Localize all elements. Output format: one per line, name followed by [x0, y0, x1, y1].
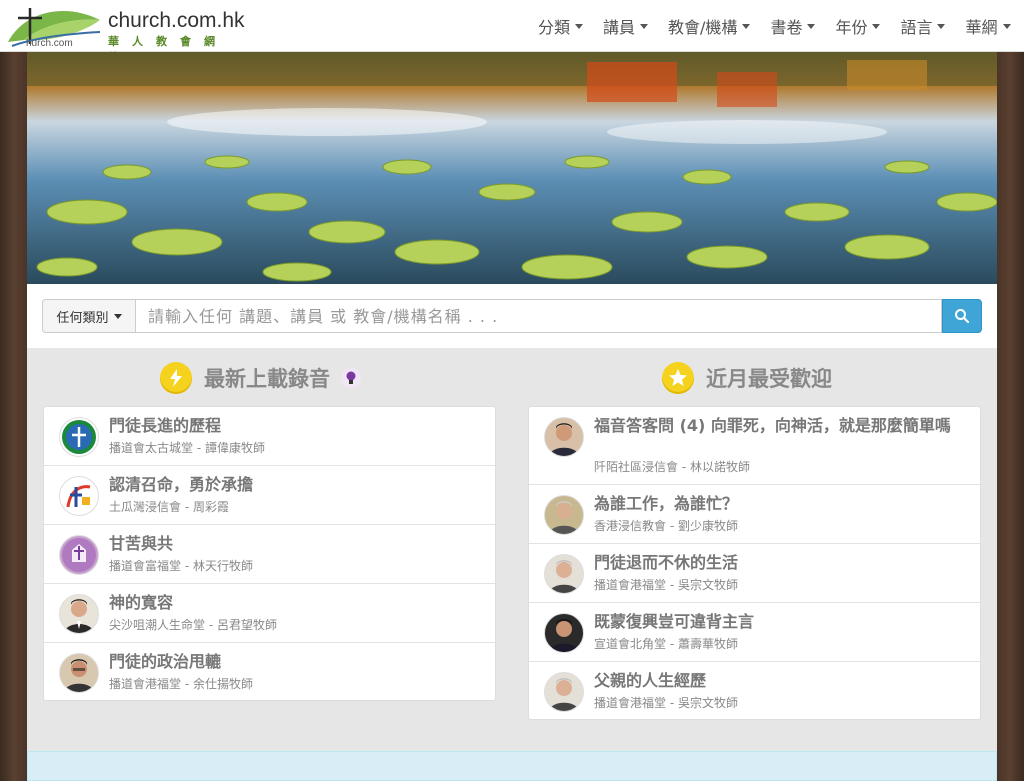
person-photo-icon [544, 417, 584, 457]
brand-title: church.com.hk [108, 9, 245, 32]
item-subtitle: 播道會港福堂 - 吳宗文牧師 [594, 696, 738, 710]
person-photo-icon [59, 594, 99, 634]
nav-books-label: 書卷 [770, 18, 803, 37]
nav-speakers[interactable]: 講員 [593, 14, 658, 38]
list-item[interactable]: 父親的人生經歷 播道會港福堂 - 吳宗文牧師 [529, 662, 980, 721]
chevron-down-icon [1002, 23, 1011, 29]
list-item[interactable]: 門徒長進的歷程 播道會太古城堂 - 譚偉康牧師 [44, 407, 495, 466]
nav-language-label: 語言 [900, 18, 933, 37]
nav-speakers-label: 講員 [603, 18, 636, 37]
person-photo-icon [59, 653, 99, 693]
item-title: 門徒長進的歷程 [109, 416, 222, 435]
person-photo-icon [544, 672, 584, 712]
list-item[interactable]: 門徒退而不休的生活 播道會港福堂 - 吳宗文牧師 [529, 544, 980, 603]
list-item[interactable]: 神的寬容 尖沙咀潮人生命堂 - 呂君望牧師 [44, 584, 495, 643]
list-item[interactable]: 為誰工作，為誰忙？ 香港浸信教會 - 劉少康牧師 [529, 485, 980, 544]
category-dropdown-label: 任何類別 [56, 310, 109, 326]
lightbulb-icon [341, 368, 361, 388]
star-icon [662, 362, 694, 394]
person-photo-icon [544, 554, 584, 594]
chevron-down-icon [807, 23, 816, 29]
list-item[interactable]: 門徒的政治甩轆 播道會港福堂 - 余仕揚牧師 [44, 643, 495, 702]
purple-logo-icon [59, 535, 99, 575]
item-title: 父親的人生經歷 [594, 671, 707, 690]
person-photo-icon [544, 495, 584, 535]
list-item[interactable]: 認清召命，勇於承擔 土瓜灣浸信會 - 周彩霞 [44, 466, 495, 525]
nav-year-label: 年份 [835, 18, 868, 37]
nav-language[interactable]: 語言 [890, 14, 955, 38]
chevron-down-icon [575, 23, 584, 29]
search-input[interactable] [136, 299, 942, 333]
item-subtitle: 土瓜灣浸信會 - 周彩霞 [109, 500, 229, 514]
item-subtitle: 播道會港福堂 - 余仕揚牧師 [109, 677, 253, 691]
list-item[interactable]: 既蒙復興豈可違背主言 宣道會北角堂 - 蕭壽華牧師 [529, 603, 980, 662]
item-subtitle: 播道會富福堂 - 林天行牧師 [109, 559, 253, 573]
nav-network-label: 華網 [965, 18, 998, 37]
popular-heading-label: 近月最受歡迎 [706, 367, 832, 391]
nav-churches-label: 教會/機構 [668, 18, 738, 37]
item-title: 門徒的政治甩轆 [109, 652, 222, 671]
search-button[interactable] [942, 299, 982, 333]
main-nav: 分類 講員 教會/機構 書卷 年份 語言 華網 [528, 0, 1021, 52]
nav-year[interactable]: 年份 [825, 14, 890, 38]
item-title: 既蒙復興豈可違背主言 [594, 612, 755, 631]
search-panel: 任何類別 [27, 284, 997, 348]
latest-heading: 最新上載錄音 [160, 362, 362, 394]
item-subtitle: 尖沙咀潮人生命堂 - 呂君望牧師 [109, 618, 277, 632]
info-bar [27, 751, 997, 781]
item-subtitle: 播道會港福堂 - 吳宗文牧師 [594, 578, 738, 592]
nav-network[interactable]: 華網 [955, 14, 1020, 38]
popular-list: 福音答客問 (4) 向罪死，向神活，就是那麼簡單嗎 阡陌社區浸信會 - 林以諾牧… [528, 406, 981, 720]
latest-list: 門徒長進的歷程 播道會太古城堂 - 譚偉康牧師 認清召命，勇於承擔 土瓜灣浸信會… [43, 406, 496, 701]
site-logo[interactable]: church.com.hk 華人教會網絡 hurch.com [4, 2, 245, 64]
item-title: 為誰工作，為誰忙？ [594, 494, 739, 513]
item-subtitle: 宣道會北角堂 - 蕭壽華牧師 [594, 637, 738, 651]
list-item[interactable]: 甘苦與共 播道會富福堂 - 林天行牧師 [44, 525, 495, 584]
nav-books[interactable]: 書卷 [760, 14, 825, 38]
search-bar: 任何類別 [42, 299, 982, 333]
hero-banner [27, 52, 997, 284]
list-item[interactable]: 福音答客問 (4) 向罪死，向神活，就是那麼簡單嗎 阡陌社區浸信會 - 林以諾牧… [529, 407, 980, 485]
church-logo-icon [59, 476, 99, 516]
cross-logo-icon [59, 417, 99, 457]
chevron-down-icon [640, 23, 649, 29]
nav-churches[interactable]: 教會/機構 [658, 14, 760, 38]
item-subtitle: 香港浸信教會 - 劉少康牧師 [594, 519, 738, 533]
category-dropdown[interactable]: 任何類別 [42, 299, 136, 333]
item-title: 神的寬容 [109, 593, 174, 612]
chevron-down-icon [937, 23, 946, 29]
chevron-down-icon [742, 23, 751, 29]
popular-heading: 近月最受歡迎 [662, 362, 832, 394]
lightning-icon [160, 362, 192, 394]
nav-category-label: 分類 [538, 18, 571, 37]
item-title: 門徒退而不休的生活 [594, 553, 739, 572]
lily-pond-image [27, 52, 997, 284]
item-subtitle: 阡陌社區浸信會 - 林以諾牧師 [594, 460, 750, 474]
item-title: 福音答客問 (4) 向罪死，向神活，就是那麼簡單嗎 [594, 416, 951, 435]
item-title: 甘苦與共 [109, 534, 174, 553]
search-icon [955, 309, 970, 324]
navbar: church.com.hk 華人教會網絡 hurch.com 分類 講員 教會/… [0, 0, 1024, 64]
chevron-down-icon [872, 23, 881, 29]
person-photo-icon [544, 613, 584, 653]
brand-small: hurch.com [26, 38, 73, 49]
latest-heading-label: 最新上載錄音 [204, 367, 330, 391]
nav-category[interactable]: 分類 [528, 14, 593, 38]
item-subtitle: 播道會太古城堂 - 譚偉康牧師 [109, 441, 265, 455]
item-title: 認清召命，勇於承擔 [109, 475, 254, 494]
chevron-down-icon [113, 313, 122, 319]
